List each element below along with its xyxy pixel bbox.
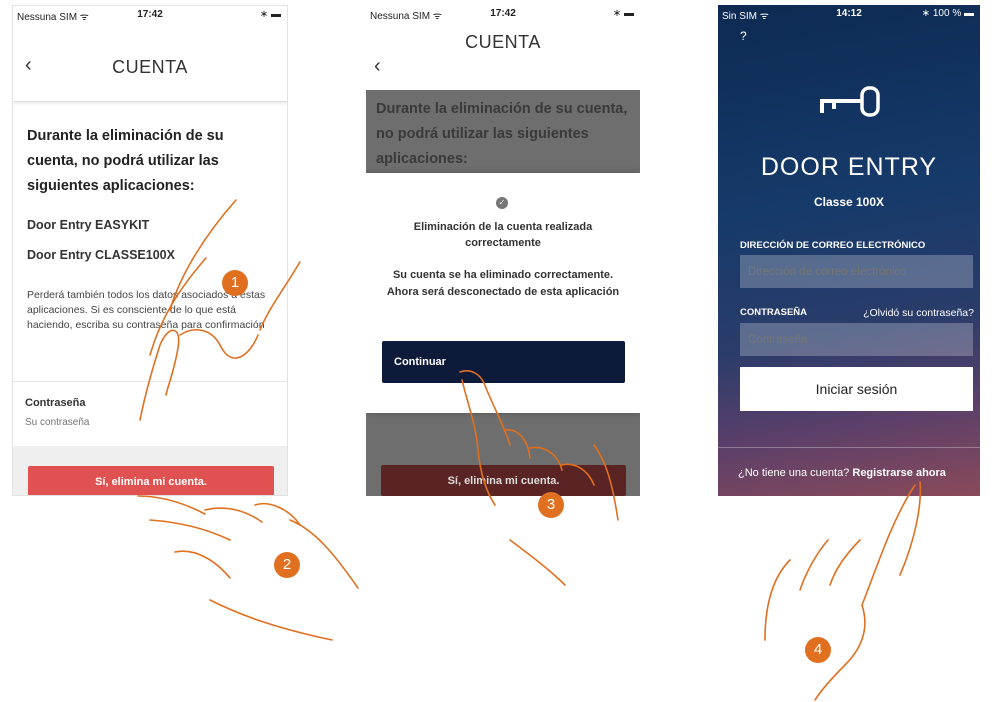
page-title: CUENTA [465,32,541,52]
email-input[interactable] [740,255,973,288]
help-button[interactable]: ? [740,29,747,43]
step-badge-4: 4 [805,637,831,663]
password-input[interactable] [25,413,275,431]
delete-warning-text: Durante la eliminación de su cuenta, no … [27,128,224,194]
footer-divider [718,447,980,448]
battery-icon: ∗ 100 % ▬ [921,8,974,19]
delete-warning-text: Durante la eliminación de su cuenta, no … [376,101,628,167]
check-circle-icon: ✓ [496,197,508,209]
delete-account-button[interactable]: Sí, elimina mi cuenta. [28,466,274,495]
nav-header: ‹ CUENTA [13,24,287,102]
signup-text: ¿No tiene una cuenta? Registrarse ahora [738,467,946,479]
account-screen-delete: Nessuna SIM ᯤ 17:42 ∗ ▬ ‹ CUENTA Durante… [12,5,288,496]
signup-link[interactable]: Registrarse ahora [852,467,946,479]
page-title: CUENTA [112,57,188,77]
app-item-easykit: Door Entry EASYKIT [27,218,150,232]
password-label: Contraseña [25,397,86,409]
email-label: DIRECCIÓN DE CORREO ELECTRÓNICO [740,240,926,251]
dialog-title-line2: correctamente [465,237,541,249]
pointing-hand-icon [137,495,359,641]
login-screen: Sin SIM ᯤ 14:12 ∗ 100 % ▬ ? DOOR ENTRY C… [718,5,980,496]
password-label: CONTRASEÑA [740,307,808,318]
status-bar: Nessuna SIM ᯤ 17:42 ∗ ▬ [366,5,640,23]
status-bar: Sin SIM ᯤ 14:12 ∗ 100 % ▬ [718,5,980,23]
account-screen-confirmation: Nessuna SIM ᯤ 17:42 ∗ ▬ CUENTA ‹ Durante… [366,5,640,496]
brand-model: Classe 100X [813,195,885,209]
login-button[interactable]: Iniciar sesión [740,367,973,411]
clock-label: 17:42 [137,9,163,20]
app-item-classe100x: Door Entry CLASSE100X [27,248,175,262]
signup-question: ¿No tiene una cuenta? [738,467,850,479]
forgot-password-link[interactable]: ¿Olvidó su contraseña? [863,307,974,319]
battery-icon: ∗ ▬ [259,9,281,20]
status-bar: Nessuna SIM ᯤ 17:42 ∗ ▬ [13,6,287,24]
divider [13,381,287,382]
dialog-message-line2: Ahora será desconectado de esta aplicaci… [386,286,620,298]
step-badge-2: 2 [274,552,300,578]
back-chevron-icon[interactable]: ‹ [374,55,381,78]
password-input[interactable] [740,323,973,356]
step-badge-1: 1 [222,270,248,296]
step-badge-3: 3 [538,492,564,518]
clock-label: 17:42 [490,8,516,19]
brand-title: DOOR ENTRY [760,153,938,181]
battery-icon: ∗ ▬ [612,8,634,19]
key-icon [820,86,880,117]
pointing-hand-icon [764,481,922,701]
dialog-title-line1: Eliminación de la cuenta realizada [413,221,593,233]
dialog-message-line1: Su cuenta se ha eliminado correctamente. [392,269,614,281]
delete-account-button[interactable]: Sí, elimina mi cuenta. [381,465,626,496]
continue-button[interactable]: Continuar [382,341,625,383]
